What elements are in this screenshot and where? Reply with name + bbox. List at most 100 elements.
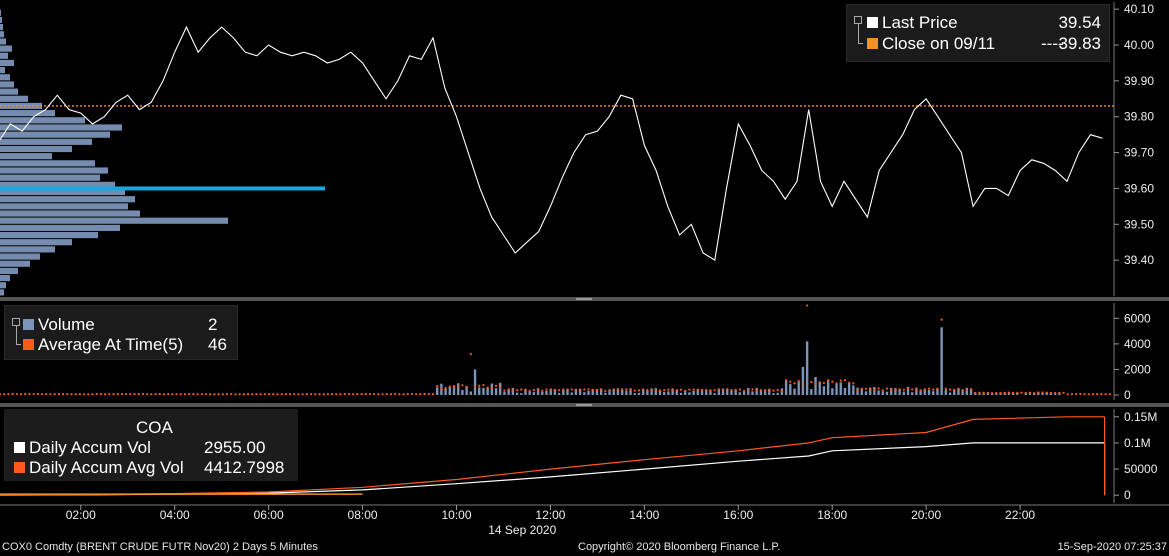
average-at-time-point: [801, 382, 805, 386]
volume-bar: [528, 391, 531, 395]
average-at-time-point: [705, 388, 708, 391]
average-at-time-point: [726, 388, 729, 391]
volume-bar: [864, 391, 868, 395]
volume-bar: [822, 386, 826, 395]
volume-bar: [625, 390, 628, 395]
average-at-time-point: [419, 393, 422, 396]
average-at-time-point: [40, 393, 44, 396]
average-at-time-point: [225, 393, 229, 396]
average-at-time-point: [1020, 391, 1023, 394]
price-tick-label: 39.90: [1124, 74, 1154, 88]
average-at-time-point: [763, 389, 767, 392]
volume-profile-bar: [0, 117, 85, 124]
average-at-time-point: [642, 388, 645, 391]
volume-bar: [797, 381, 800, 395]
volume-bar: [810, 389, 813, 395]
volume-bar: [435, 387, 439, 395]
average-at-time-point: [1070, 393, 1074, 396]
volume-bar: [637, 392, 641, 395]
average-at-time-point: [864, 387, 868, 390]
volume-bar: [751, 391, 754, 395]
average-at-time-point: [192, 393, 195, 396]
volume-profile-bar: [0, 9, 1, 16]
average-at-time-point: [961, 388, 964, 392]
collapse-icon[interactable]: [12, 318, 20, 326]
average-at-time-point: [339, 393, 342, 396]
average-at-time-point: [57, 393, 60, 396]
volume-profile-bar: [0, 217, 228, 224]
average-at-time-point: [238, 393, 241, 396]
x-tick-label: 14:00: [629, 508, 659, 522]
x-tick-label: 04:00: [160, 508, 190, 522]
average-at-time-point: [1016, 391, 1019, 394]
average-at-time-point: [881, 389, 884, 392]
volume-bar: [705, 390, 708, 395]
average-at-time-point: [696, 388, 699, 391]
volume-profile-bar: [0, 167, 108, 174]
average-at-time-point: [621, 388, 624, 391]
average-at-time-point: [536, 388, 540, 391]
average-at-time-point: [301, 393, 304, 396]
volume-bar: [919, 390, 922, 395]
average-at-time-point: [423, 392, 426, 396]
average-at-time-point: [936, 387, 939, 390]
average-at-time-point: [633, 389, 636, 392]
average-at-time-point: [654, 388, 657, 392]
collapse-icon[interactable]: [854, 16, 862, 24]
volume-profile-bar: [0, 88, 18, 95]
average-at-time-point: [856, 388, 859, 392]
average-at-time-point: [32, 393, 35, 396]
average-at-time-point: [915, 388, 918, 391]
legend-close: Close on 09/11: [867, 34, 995, 54]
average-at-time-point: [1062, 391, 1065, 394]
volume-profile-bar: [0, 52, 8, 59]
average-at-time-point: [200, 392, 203, 396]
average-at-time-point: [141, 392, 145, 396]
volume-bar: [843, 388, 847, 395]
average-at-time-point: [1054, 392, 1057, 395]
average-at-time-point: [827, 379, 830, 382]
volume-bar: [688, 392, 691, 395]
legend-last-price: Last Price: [867, 13, 958, 33]
average-at-time-point: [368, 392, 372, 396]
volume-bar: [940, 327, 943, 395]
average-at-time-point: [629, 388, 632, 392]
average-at-time-point: [171, 393, 174, 396]
average-at-time-point: [1024, 391, 1027, 395]
blue-swatch-icon: [23, 319, 34, 330]
volume-profile-bar: [0, 246, 55, 253]
orange-swatch-icon: [867, 38, 878, 49]
average-at-time-point: [99, 392, 102, 396]
average-at-time-point: [1049, 391, 1053, 395]
average-at-time-point: [457, 385, 460, 388]
x-date-label: 14 Sep 2020: [488, 523, 556, 537]
volume-bar: [831, 388, 834, 395]
volume-profile-bar: [0, 124, 122, 131]
volume-bar: [490, 383, 494, 395]
volume-bar: [620, 389, 624, 395]
average-at-time-point: [953, 388, 956, 391]
average-at-time-point: [658, 389, 662, 392]
average-at-time-point: [1100, 393, 1103, 396]
average-at-time-point: [553, 389, 556, 392]
average-at-time-point: [1087, 393, 1090, 396]
volume-profile-bar: [0, 160, 95, 167]
average-at-time-point: [162, 393, 166, 396]
volume-profile-bar: [0, 174, 100, 181]
volume-legend: Volume 2 Average At Time(5) 46: [4, 305, 238, 360]
average-at-time-point: [894, 388, 897, 391]
average-at-time-point: [259, 393, 262, 396]
accum-tick-label: 50000: [1124, 462, 1158, 476]
average-at-time-point: [448, 385, 451, 388]
average-at-time-point: [831, 380, 834, 383]
average-at-time-point: [133, 392, 136, 396]
volume-bar: [738, 392, 742, 395]
volume-bar: [818, 381, 821, 395]
average-at-time-point: [78, 393, 81, 396]
average-at-time-point: [125, 392, 128, 396]
volume-tick-label: 0: [1124, 388, 1131, 402]
volume-profile-bar: [0, 260, 30, 267]
price-tick-label: 39.50: [1124, 217, 1154, 231]
volume-profile-bar: [0, 153, 52, 160]
average-at-time-point: [721, 389, 725, 392]
